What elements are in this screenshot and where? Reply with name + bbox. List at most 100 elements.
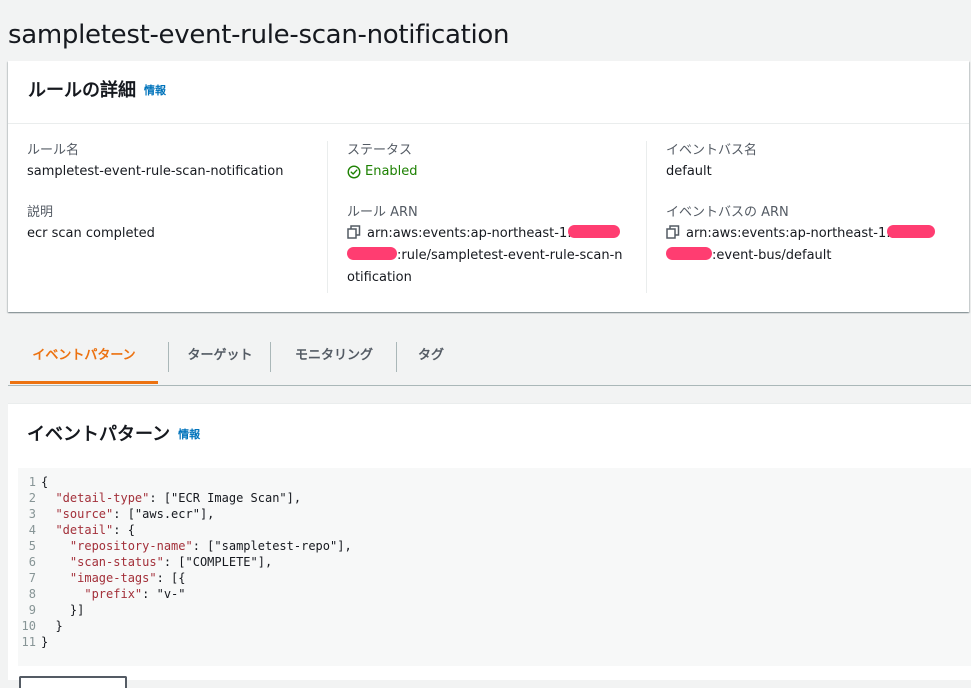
rule-arn-text-2: :rule/sampletest-event-rule-scan-n (397, 248, 623, 263)
line-number: 10 (21, 619, 36, 633)
status-label: ステータス (347, 143, 413, 158)
rule-arn-text-3: otification (347, 270, 412, 285)
event-bus-name-value: default (666, 164, 712, 179)
code-key: "detail-type" (55, 491, 150, 505)
tab-event-pattern[interactable]: イベントパターン (10, 334, 158, 384)
copy-icon[interactable] (666, 225, 680, 239)
line-number: 6 (28, 555, 36, 569)
code-key: "repository-name" (69, 539, 193, 553)
code-line: 6 "scan-status": ["COMPLETE"], (18, 554, 272, 570)
rule-details-title: ルールの詳細 情報 (28, 79, 166, 103)
code-text: }] (41, 603, 85, 617)
rule-arn-value: arn:aws:events:ap-northeast-1: :rule/sam… (347, 223, 632, 289)
code-line: 10 } (18, 618, 63, 634)
status-text: Enabled (365, 164, 418, 179)
code-value: : ["ECR Image Scan"], (149, 491, 302, 505)
page-title: sampletest-event-rule-scan-notification (8, 20, 510, 51)
rule-arn-text-1: arn:aws:events:ap-northeast-1: (367, 226, 572, 241)
line-number: 1 (28, 475, 36, 489)
code-line: 9 }] (18, 602, 85, 618)
line-number: 4 (28, 523, 36, 537)
code-line: 3 "source": ["aws.ecr"], (18, 506, 215, 522)
column-divider (327, 141, 328, 293)
tab-separator (396, 342, 397, 372)
detail-tabs: イベントパターン ターゲット モニタリング タグ (8, 334, 971, 386)
redaction-mark (347, 247, 397, 260)
rule-name-field: ルール名 sampletest-event-rule-scan-notifica… (27, 141, 283, 183)
line-number: 9 (28, 603, 36, 617)
code-line: 11} (18, 634, 49, 650)
code-key: "scan-status" (69, 555, 164, 569)
code-value: : "v-" (142, 587, 186, 601)
line-number: 3 (28, 507, 36, 521)
status-field: ステータス Enabled (347, 141, 418, 183)
event-bus-arn-value: arn:aws:events:ap-northeast-1: :event-bu… (666, 223, 951, 267)
code-value: : ["COMPLETE"], (163, 555, 273, 569)
code-line: 1{ (18, 474, 48, 490)
code-key: "detail" (55, 523, 114, 537)
code-line: 2 "detail-type": ["ECR Image Scan"], (18, 490, 301, 506)
event-pattern-heading: イベントパターン (27, 424, 171, 445)
line-number: 7 (28, 571, 36, 585)
code-key: "image-tags" (69, 571, 157, 585)
line-number: 5 (28, 539, 36, 553)
code-key: "source" (55, 507, 114, 521)
event-bus-arn-text-2: :event-bus/default (712, 248, 832, 263)
tab-targets[interactable]: ターゲット (170, 334, 270, 384)
description-field: 説明 ecr scan completed (27, 203, 155, 245)
rule-details-info-link[interactable]: 情報 (144, 84, 166, 97)
tab-separator (168, 342, 169, 372)
code-key: "prefix" (84, 587, 143, 601)
rule-details-header: ルールの詳細 情報 (8, 61, 969, 124)
description-label: 説明 (27, 205, 54, 220)
redaction-mark (886, 225, 935, 238)
tab-monitoring[interactable]: モニタリング (272, 334, 396, 384)
code-value: : ["sampletest-repo"], (192, 539, 352, 553)
code-value: : [{ (156, 571, 186, 585)
event-bus-name-label: イベントバス名 (666, 143, 758, 158)
event-bus-arn-text-1: arn:aws:events:ap-northeast-1: (686, 226, 891, 241)
rule-arn-field: ルール ARN arn:aws:events:ap-northeast-1: :… (347, 203, 632, 289)
event-bus-arn-label: イベントバスの ARN (666, 205, 789, 220)
code-text: } (41, 635, 49, 649)
code-value: : { (113, 523, 135, 537)
code-line: 7 "image-tags": [{ (18, 570, 186, 586)
status-value: Enabled (347, 161, 418, 183)
rule-details-panel: ルールの詳細 情報 ルール名 sampletest-event-rule-scan… (8, 61, 969, 312)
line-number: 11 (21, 635, 36, 649)
code-value: : ["aws.ecr"], (113, 507, 215, 521)
event-pattern-code: 1{2 "detail-type": ["ECR Image Scan"], 3 … (18, 468, 971, 666)
line-number: 8 (28, 587, 36, 601)
code-line: 4 "detail": { (18, 522, 135, 538)
event-pattern-info-link[interactable]: 情報 (178, 428, 200, 441)
event-bus-name-field: イベントバス名 default (666, 141, 757, 183)
code-line: 8 "prefix": "v-" (18, 586, 186, 602)
check-circle-icon (347, 165, 361, 179)
rule-arn-label: ルール ARN (347, 205, 418, 220)
tab-tags[interactable]: タグ (398, 334, 464, 384)
event-pattern-panel: イベントパターン 情報 1{2 "detail-type": ["ECR Imag… (8, 403, 971, 680)
redaction-mark (666, 247, 712, 260)
event-bus-arn-field: イベントバスの ARN arn:aws:events:ap-northeast-… (666, 203, 951, 267)
rule-name-value: sampletest-event-rule-scan-notification (27, 164, 284, 179)
code-text: { (41, 475, 49, 489)
line-number: 2 (28, 491, 36, 505)
column-divider (646, 141, 647, 293)
code-text: } (41, 619, 63, 633)
redaction-mark (567, 225, 620, 238)
edit-pattern-button[interactable] (19, 676, 127, 688)
event-pattern-title: イベントパターン 情報 (27, 423, 200, 447)
copy-icon[interactable] (347, 225, 361, 239)
rule-details-heading: ルールの詳細 (28, 80, 136, 101)
description-value: ecr scan completed (27, 226, 155, 241)
rule-name-label: ルール名 (27, 143, 80, 158)
code-line: 5 "repository-name": ["sampletest-repo"]… (18, 538, 352, 554)
tab-separator (270, 342, 271, 372)
